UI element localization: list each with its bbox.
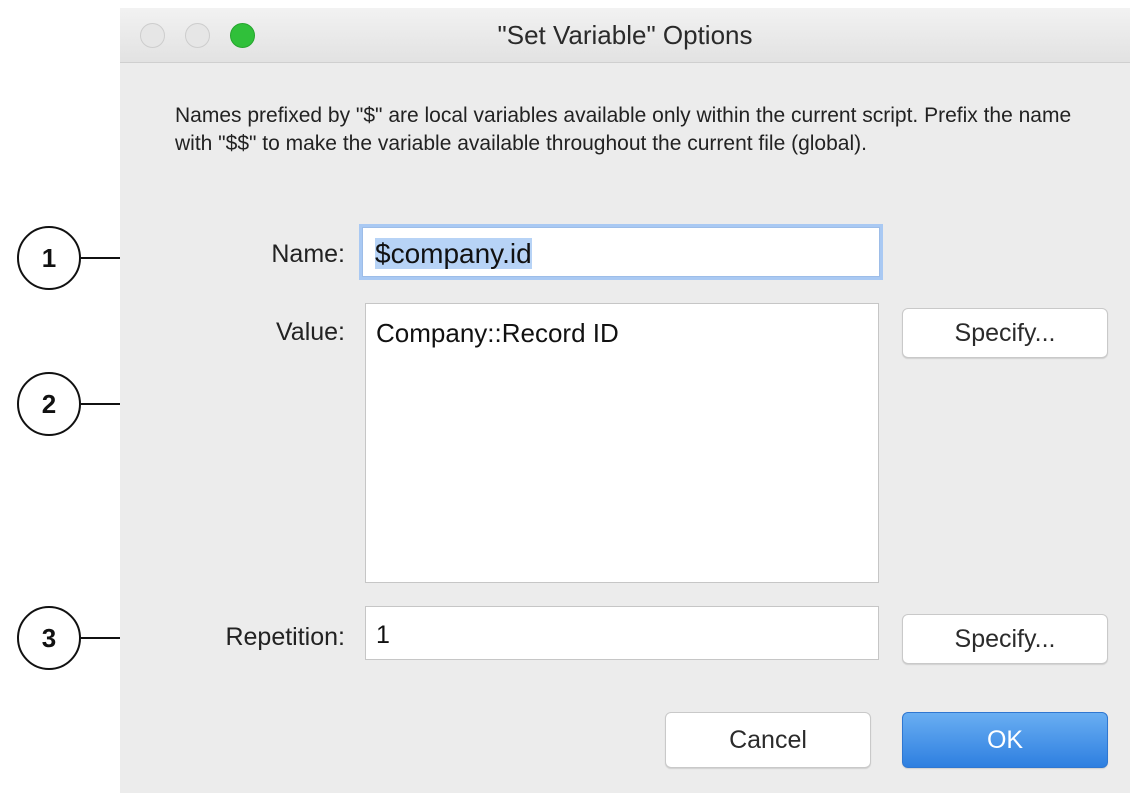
repetition-value: 1 (376, 621, 390, 649)
name-label: Name: (271, 240, 345, 268)
value-label: Value: (275, 318, 345, 346)
set-variable-dialog: "Set Variable" Options Names prefixed by… (120, 8, 1130, 793)
window-title: "Set Variable" Options (497, 20, 753, 50)
specify-repetition-button[interactable]: Specify... (902, 614, 1108, 664)
name-input-value: $company.id (375, 238, 532, 269)
cancel-button[interactable]: Cancel (665, 712, 871, 768)
value-text: Company::Record ID (376, 318, 619, 348)
repetition-label: Repetition: (225, 623, 345, 651)
repetition-input[interactable]: 1 (365, 606, 879, 660)
description-text: Names prefixed by "$" are local variable… (175, 104, 1072, 155)
specify-value-button[interactable]: Specify... (902, 308, 1108, 358)
value-textarea[interactable]: Company::Record ID (365, 303, 879, 583)
name-input[interactable]: $company.id (362, 227, 880, 277)
ok-button[interactable]: OK (902, 712, 1108, 768)
title-bar: "Set Variable" Options (120, 8, 1130, 63)
